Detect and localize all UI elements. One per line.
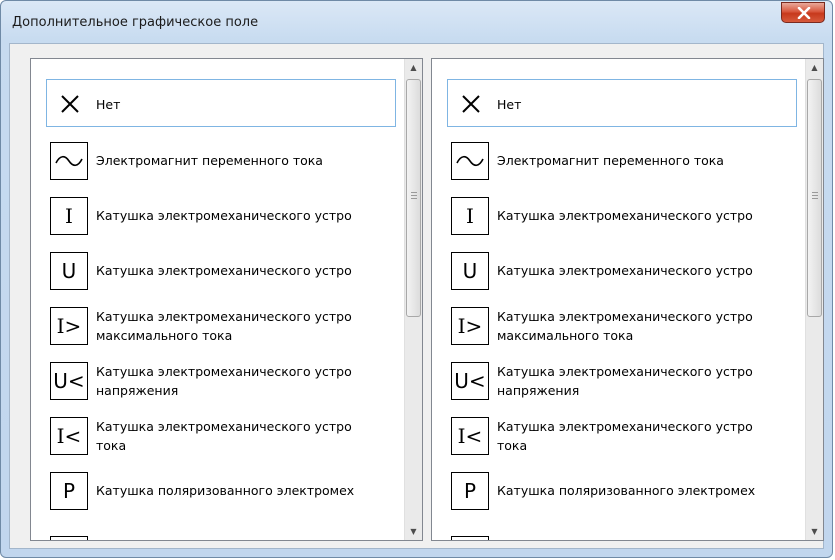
list-item[interactable]: Катушка поляризованного электромех: [447, 522, 797, 540]
cross-icon: [452, 85, 490, 123]
list-item-label: Катушка электромеханического устро максим…: [497, 307, 802, 345]
list-item[interactable]: P Катушка поляризованного электромех: [46, 467, 396, 515]
window-title: Дополнительное графическое поле: [12, 15, 259, 30]
list-item[interactable]: U Катушка электромеханического устро: [447, 247, 797, 295]
label-line: Катушка поляризованного электромех: [96, 483, 355, 498]
label-line: Катушка электромеханического устро: [497, 309, 753, 324]
label-line: максимального тока: [497, 328, 634, 343]
list-item[interactable]: Электромагнит переменного тока: [447, 137, 797, 185]
left-symbol-list[interactable]: Нет Электромагнит переменного тока I Катушк…: [30, 58, 423, 541]
label-line: тока: [497, 438, 528, 453]
right-list-content: Нет Электромагнит переменного тока I Катушк…: [432, 59, 805, 540]
ac-wave-icon: [451, 142, 489, 180]
label-line: Катушка электромеханического устро: [497, 208, 753, 223]
list-item[interactable]: Катушка поляризованного электромех: [46, 522, 396, 540]
list-item[interactable]: P Катушка поляризованного электромех: [447, 467, 797, 515]
list-item[interactable]: I< Катушка электромеханического устро тока: [447, 412, 797, 460]
close-button[interactable]: [781, 2, 825, 23]
voltage-symbol-icon: U: [451, 252, 489, 290]
right-scrollbar[interactable]: ▲ ▼: [805, 59, 823, 540]
label-line: Катушка электромеханического устро: [497, 419, 753, 434]
list-item[interactable]: U Катушка электромеханического устро: [46, 247, 396, 295]
current-symbol-icon: I: [451, 197, 489, 235]
right-symbol-list[interactable]: Нет Электромагнит переменного тока I Катушк…: [431, 58, 824, 541]
list-item-label: Катушка поляризованного электромех: [96, 536, 401, 540]
scrollbar-thumb[interactable]: [406, 79, 421, 317]
label-line: напряжения: [497, 383, 580, 398]
scroll-up-arrow-icon[interactable]: ▲: [806, 59, 823, 76]
list-item-label: Катушка электромеханического устро: [497, 261, 802, 280]
min-voltage-icon: U<: [50, 362, 88, 400]
list-item-label: Катушка электромеханического устро: [96, 261, 401, 280]
list-item-label: Электромагнит переменного тока: [497, 151, 802, 170]
list-item[interactable]: I> Катушка электромеханического устро макс…: [46, 302, 396, 350]
label-line: Нет: [96, 97, 121, 112]
list-item-label: Нет: [497, 95, 802, 114]
label-line: напряжения: [96, 383, 179, 398]
dialog-window: Дополнительное графическое поле Нет Элект…: [0, 0, 833, 558]
list-item[interactable]: U< Катушка электромеханического устро напр…: [447, 357, 797, 405]
label-line: Электромагнит переменного тока: [96, 153, 323, 168]
scroll-down-arrow-icon[interactable]: ▼: [405, 523, 422, 540]
list-item-label: Нет: [96, 95, 401, 114]
list-item-label: Электромагнит переменного тока: [96, 151, 401, 170]
voltage-symbol-icon: U: [50, 252, 88, 290]
blank-box-icon: [451, 536, 489, 540]
scrollbar-thumb[interactable]: [807, 79, 822, 317]
min-voltage-icon: U<: [451, 362, 489, 400]
list-item[interactable]: I< Катушка электромеханического устро тока: [46, 412, 396, 460]
list-item[interactable]: Нет: [46, 79, 396, 127]
list-item-label: Катушка электромеханического устро напряж…: [96, 362, 401, 400]
list-item[interactable]: I Катушка электромеханического устро: [46, 192, 396, 240]
label-line: Катушка поляризованного электромех: [497, 483, 756, 498]
list-item-label: Катушка электромеханического устро напряж…: [497, 362, 802, 400]
list-item[interactable]: I> Катушка электромеханического устро макс…: [447, 302, 797, 350]
list-item[interactable]: Электромагнит переменного тока: [46, 137, 396, 185]
list-item-label: Катушка электромеханического устро: [497, 206, 802, 225]
list-item[interactable]: I Катушка электромеханического устро: [447, 192, 797, 240]
list-item[interactable]: Нет: [447, 79, 797, 127]
list-item-label: Катушка электромеханического устро тока: [96, 417, 401, 455]
dialog-client-area: Нет Электромагнит переменного тока I Катушк…: [9, 43, 824, 549]
min-current-icon: I<: [50, 417, 88, 455]
max-current-icon: I>: [50, 307, 88, 345]
grip-icon: [812, 192, 818, 199]
close-icon: [797, 7, 811, 19]
label-line: Катушка электромеханического устро: [96, 263, 352, 278]
label-line: Катушка электромеханического устро: [96, 419, 352, 434]
label-line: Катушка поляризованного электромех: [96, 538, 354, 540]
grip-icon: [411, 192, 417, 199]
left-scrollbar[interactable]: ▲ ▼: [404, 59, 422, 540]
title-bar[interactable]: Дополнительное графическое поле: [1, 1, 832, 43]
list-item-label: Катушка поляризованного электромех: [497, 481, 802, 500]
label-line: тока: [96, 438, 127, 453]
cross-icon: [51, 85, 89, 123]
blank-box-icon: [50, 536, 88, 540]
max-current-icon: I>: [451, 307, 489, 345]
label-line: максимального тока: [96, 328, 233, 343]
list-item-label: Катушка электромеханического устро: [96, 206, 401, 225]
scroll-down-arrow-icon[interactable]: ▼: [806, 523, 823, 540]
label-line: Катушка электромеханического устро: [497, 263, 753, 278]
label-line: Катушка поляризованного электромех: [497, 538, 755, 540]
label-line: Нет: [497, 97, 522, 112]
label-line: Катушка электромеханического устро: [96, 309, 352, 324]
min-current-icon: I<: [451, 417, 489, 455]
label-line: Электромагнит переменного тока: [497, 153, 724, 168]
list-item[interactable]: U< Катушка электромеханического устро напр…: [46, 357, 396, 405]
polarized-icon: P: [50, 472, 88, 510]
polarized-icon: P: [451, 472, 489, 510]
list-item-label: Катушка электромеханического устро максим…: [96, 307, 401, 345]
label-line: Катушка электромеханического устро: [96, 364, 352, 379]
label-line: Катушка электромеханического устро: [96, 208, 352, 223]
list-item-label: Катушка поляризованного электромех: [497, 536, 802, 540]
scroll-up-arrow-icon[interactable]: ▲: [405, 59, 422, 76]
list-item-label: Катушка поляризованного электромех: [96, 481, 401, 500]
list-item-label: Катушка электромеханического устро тока: [497, 417, 802, 455]
ac-wave-icon: [50, 142, 88, 180]
label-line: Катушка электромеханического устро: [497, 364, 753, 379]
left-list-content: Нет Электромагнит переменного тока I Катушк…: [31, 59, 404, 540]
current-symbol-icon: I: [50, 197, 88, 235]
